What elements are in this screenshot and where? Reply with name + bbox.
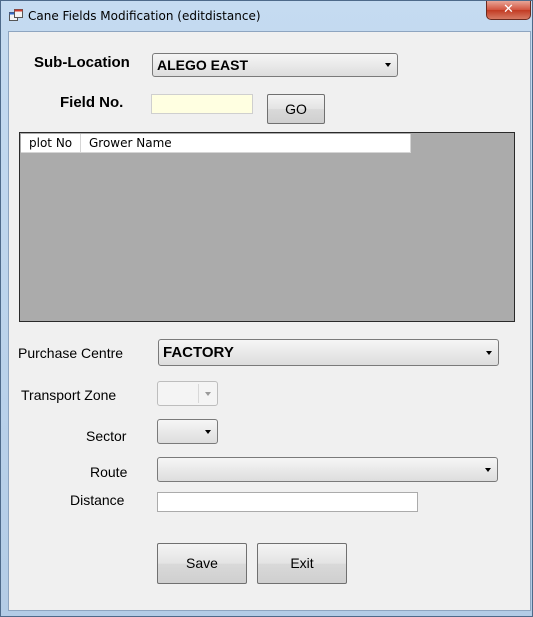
chevron-down-icon <box>385 63 391 67</box>
title-bar[interactable]: Cane Fields Modification (editdistance) … <box>1 1 532 31</box>
transport-zone-dropdown[interactable] <box>157 381 218 406</box>
chevron-down-icon <box>205 391 211 396</box>
go-button[interactable]: GO <box>267 94 325 124</box>
grid-column-grower-name[interactable]: Grower Name <box>81 134 411 152</box>
chevron-down-icon <box>486 350 492 355</box>
plots-grid[interactable]: plot No Grower Name <box>19 132 515 322</box>
distance-value <box>158 494 161 509</box>
distance-label: Distance <box>70 492 125 508</box>
window: Cane Fields Modification (editdistance) … <box>0 0 533 617</box>
grid-header: plot No Grower Name <box>21 134 411 153</box>
distance-input[interactable] <box>157 492 418 512</box>
field-no-label: Field No. <box>60 94 124 111</box>
close-icon: ✕ <box>503 2 514 17</box>
chevron-down-icon <box>205 429 211 434</box>
sub-location-dropdown[interactable]: ALEGO EAST <box>152 53 398 77</box>
form-body: Sub-Location ALEGO EAST Field No. GO plo… <box>8 31 531 611</box>
grid-column-plot-no[interactable]: plot No <box>21 134 81 152</box>
dropdown-divider <box>198 384 199 403</box>
exit-button[interactable]: Exit <box>257 543 347 584</box>
purchase-centre-label: Purchase Centre <box>18 345 124 361</box>
save-button[interactable]: Save <box>157 543 247 584</box>
route-label: Route <box>90 464 128 480</box>
sub-location-label: Sub-Location <box>34 54 130 71</box>
close-button[interactable]: ✕ <box>486 1 531 20</box>
purchase-centre-value: FACTORY <box>163 344 234 361</box>
window-title: Cane Fields Modification (editdistance) <box>28 9 261 23</box>
field-no-value <box>152 96 155 111</box>
route-dropdown[interactable] <box>157 457 498 482</box>
transport-zone-label: Transport Zone <box>21 387 117 403</box>
purchase-centre-dropdown[interactable]: FACTORY <box>158 339 499 366</box>
sub-location-value: ALEGO EAST <box>157 57 249 73</box>
app-icon <box>9 9 23 21</box>
sector-label: Sector <box>86 428 127 444</box>
chevron-down-icon <box>485 467 491 472</box>
field-no-input[interactable] <box>151 94 253 114</box>
sector-dropdown[interactable] <box>157 419 218 444</box>
